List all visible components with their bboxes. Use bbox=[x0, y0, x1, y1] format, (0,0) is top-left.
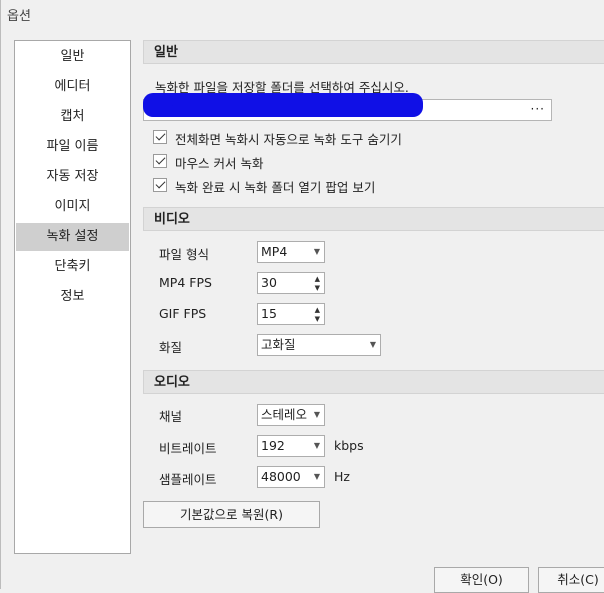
bitrate-label: 비트레이트 bbox=[159, 441, 217, 456]
sidebar-item-general[interactable]: 일반 bbox=[16, 43, 129, 71]
mp4-fps-value: 30 bbox=[261, 275, 277, 290]
hide-toolbar-checkbox[interactable] bbox=[153, 130, 167, 144]
open-folder-popup-checkbox[interactable] bbox=[153, 178, 167, 192]
record-cursor-checkbox[interactable] bbox=[153, 154, 167, 168]
caret-down-icon[interactable]: ▼ bbox=[315, 315, 320, 323]
file-format-label: 파일 형식 bbox=[159, 247, 209, 262]
bitrate-select[interactable]: 192 ▼ bbox=[257, 435, 325, 457]
samplerate-label: 샘플레이트 bbox=[159, 472, 217, 487]
caret-down-icon[interactable]: ▼ bbox=[315, 284, 320, 292]
channel-value: 스테레오 bbox=[261, 407, 308, 422]
sidebar-item-recording[interactable]: 녹화 설정 bbox=[16, 223, 129, 251]
channel-select[interactable]: 스테레오 ▼ bbox=[257, 404, 325, 426]
samplerate-value: 48000 bbox=[261, 469, 301, 484]
section-header-general: 일반 bbox=[143, 40, 604, 64]
sidebar-item-info[interactable]: 정보 bbox=[16, 283, 129, 311]
sidebar-item-editor[interactable]: 에디터 bbox=[16, 73, 129, 101]
samplerate-unit: Hz bbox=[334, 469, 350, 484]
sidebar-item-capture[interactable]: 캡처 bbox=[16, 103, 129, 131]
caret-up-icon[interactable]: ▲ bbox=[315, 306, 320, 314]
sidebar-item-shortcuts[interactable]: 단축키 bbox=[16, 253, 129, 281]
chevron-down-icon: ▼ bbox=[313, 472, 320, 481]
chevron-down-icon: ▼ bbox=[313, 410, 320, 419]
cancel-button[interactable]: 취소(C) bbox=[538, 567, 604, 593]
gif-fps-spinner[interactable]: 15 ▲ ▼ bbox=[257, 303, 325, 325]
options-sidebar: 일반 에디터 캡처 파일 이름 자동 저장 이미지 녹화 설정 단축키 정보 bbox=[14, 40, 131, 554]
open-folder-popup-label: 녹화 완료 시 녹화 폴더 열기 팝업 보기 bbox=[175, 180, 376, 195]
redaction-mark bbox=[170, 104, 420, 116]
gif-fps-value: 15 bbox=[261, 306, 277, 321]
section-header-video: 비디오 bbox=[143, 207, 604, 231]
samplerate-select[interactable]: 48000 ▼ bbox=[257, 466, 325, 488]
chevron-down-icon: ▼ bbox=[313, 247, 320, 256]
reset-defaults-button[interactable]: 기본값으로 복원(R) bbox=[143, 501, 320, 528]
hide-toolbar-label: 전체화면 녹화시 자동으로 녹화 도구 숨기기 bbox=[175, 132, 402, 147]
caret-up-icon[interactable]: ▲ bbox=[315, 275, 320, 283]
sidebar-item-autosave[interactable]: 자동 저장 bbox=[16, 163, 129, 191]
ok-button[interactable]: 확인(O) bbox=[434, 567, 529, 593]
bitrate-value: 192 bbox=[261, 438, 285, 453]
mp4-fps-spinner[interactable]: 30 ▲ ▼ bbox=[257, 272, 325, 294]
channel-label: 채널 bbox=[159, 409, 183, 424]
quality-value: 고화질 bbox=[261, 337, 296, 352]
record-cursor-label: 마우스 커서 녹화 bbox=[175, 156, 264, 171]
browse-folder-button[interactable]: ··· bbox=[531, 100, 545, 118]
window-title: 옵션 bbox=[7, 9, 31, 24]
file-format-value: MP4 bbox=[261, 244, 288, 259]
mp4-fps-label: MP4 FPS bbox=[159, 275, 212, 290]
sidebar-item-image[interactable]: 이미지 bbox=[16, 193, 129, 221]
gif-fps-label: GIF FPS bbox=[159, 306, 207, 321]
file-format-select[interactable]: MP4 ▼ bbox=[257, 241, 325, 263]
chevron-down-icon: ▼ bbox=[313, 441, 320, 450]
quality-label: 화질 bbox=[159, 340, 183, 355]
bitrate-unit: kbps bbox=[334, 438, 364, 453]
sidebar-item-filename[interactable]: 파일 이름 bbox=[16, 133, 129, 161]
section-header-audio: 오디오 bbox=[143, 370, 604, 394]
window-border bbox=[0, 0, 1, 589]
chevron-down-icon: ▼ bbox=[369, 340, 376, 349]
quality-select[interactable]: 고화질 ▼ bbox=[257, 334, 381, 356]
